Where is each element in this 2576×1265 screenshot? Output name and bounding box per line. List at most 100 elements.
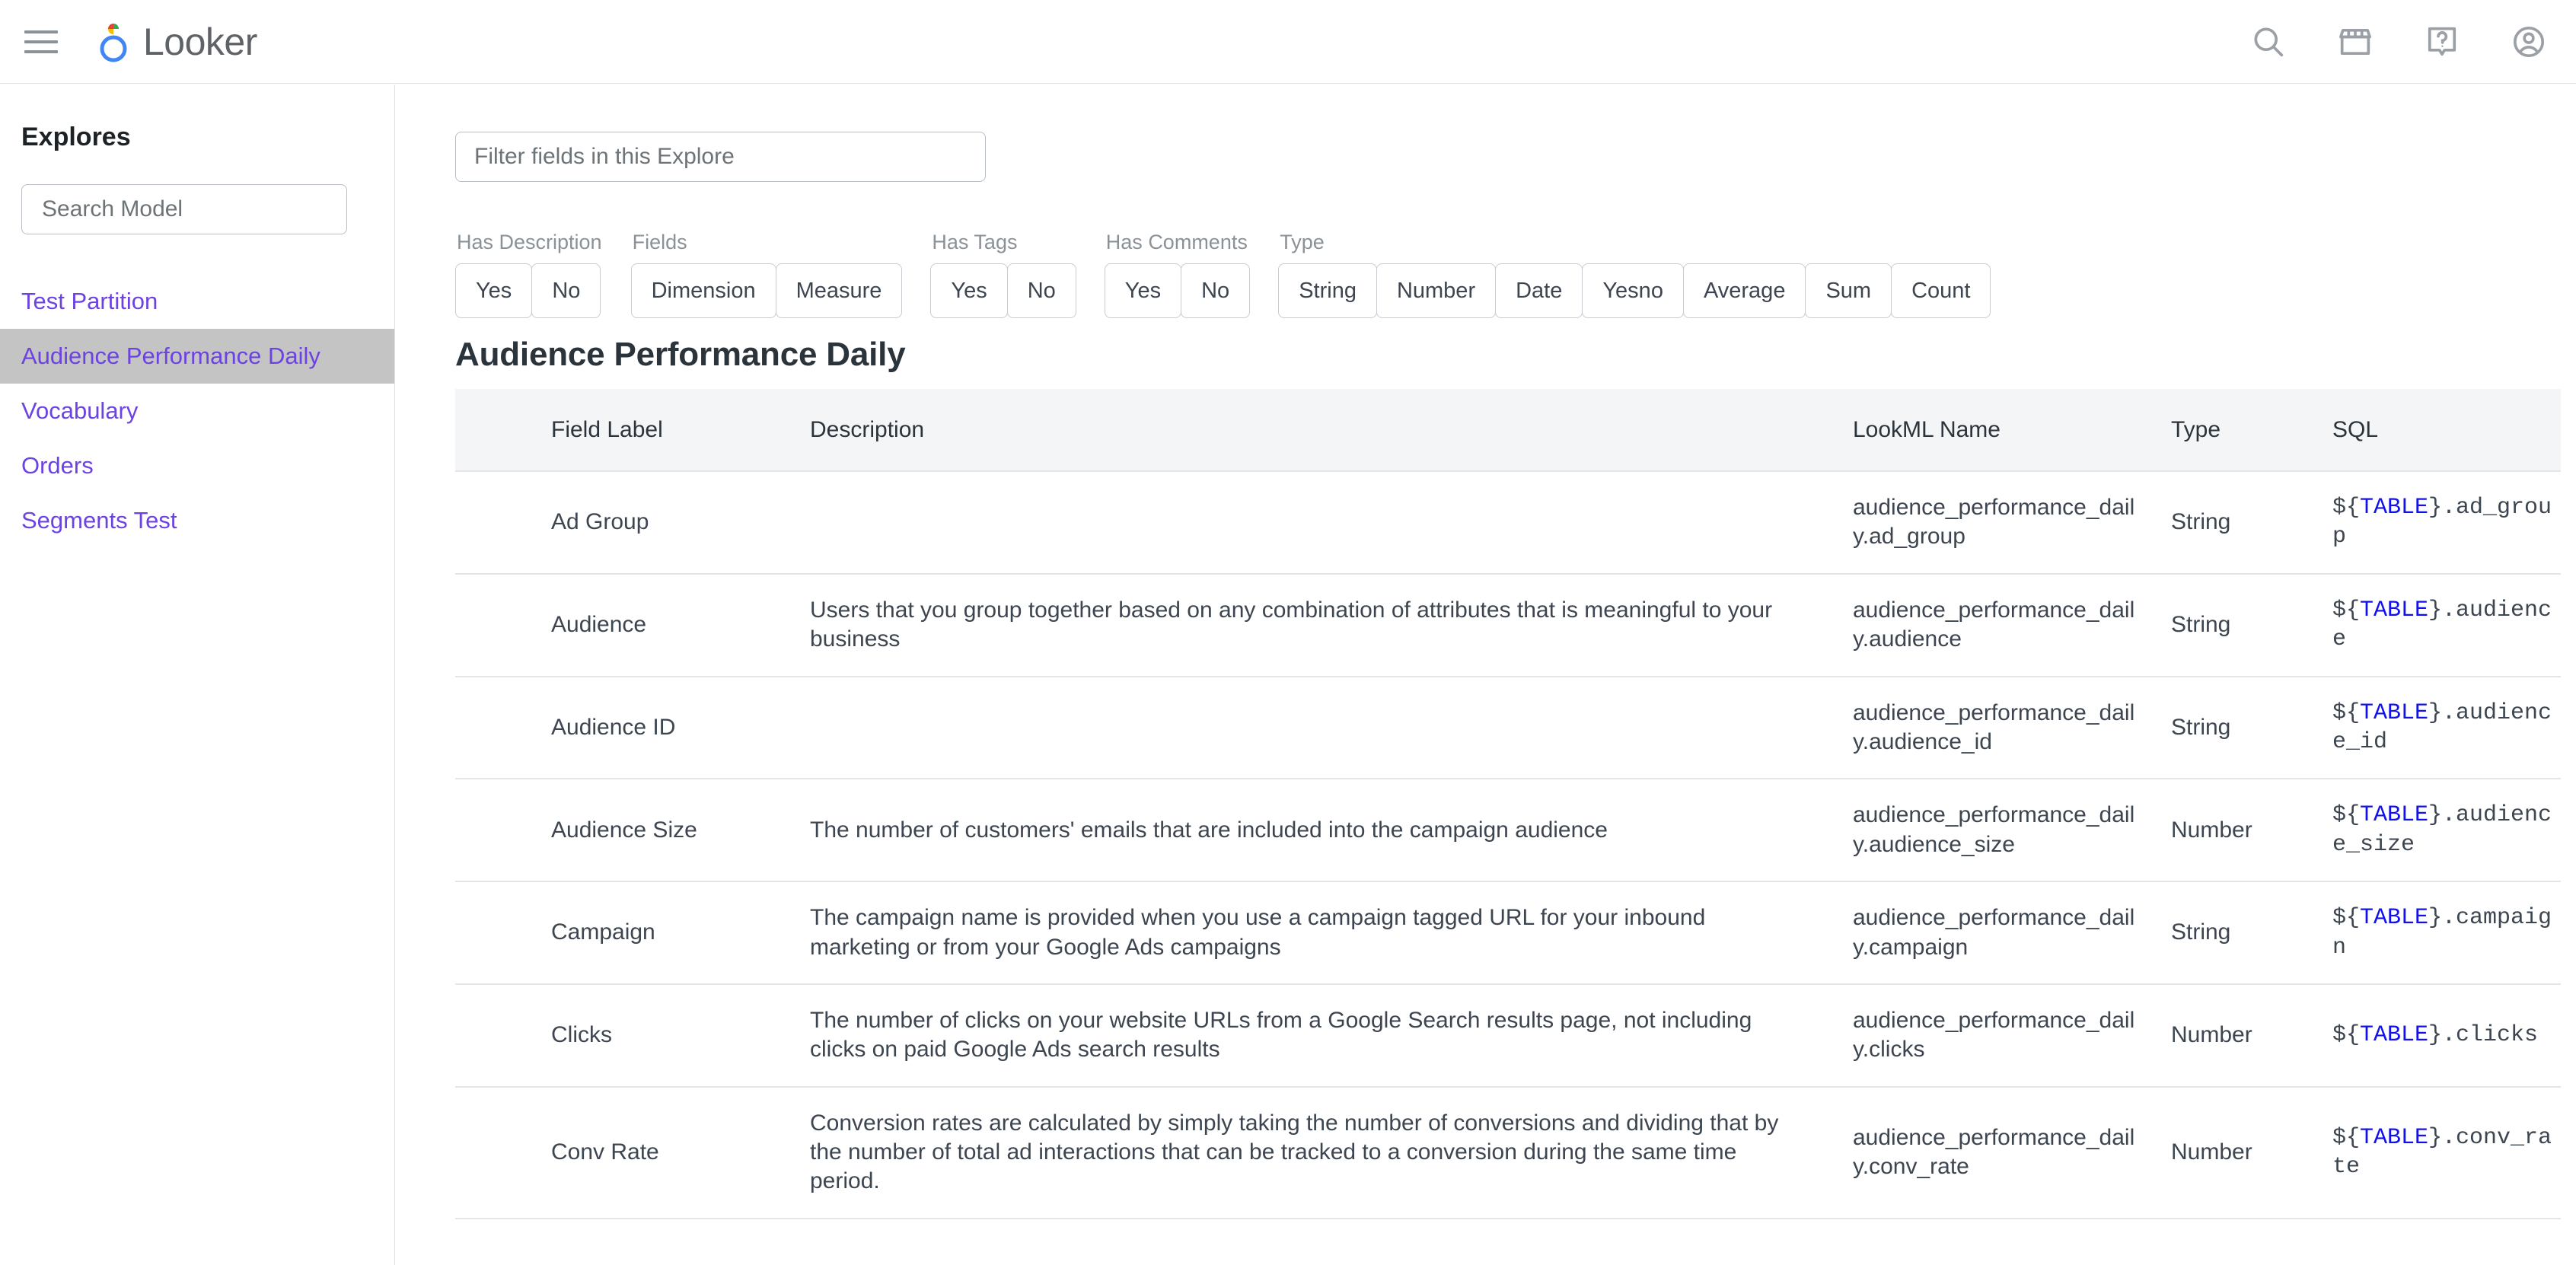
facet-has-tags: Has Tags Yes No bbox=[930, 231, 1075, 318]
cell-sql: ${TABLE}.campaign bbox=[2332, 881, 2561, 984]
row-spacer-cell bbox=[455, 574, 551, 677]
sidebar-title: Explores bbox=[21, 123, 394, 152]
chip-has-comments-yes[interactable]: Yes bbox=[1105, 263, 1181, 318]
chip-fields-measure[interactable]: Measure bbox=[776, 263, 903, 318]
column-header-description[interactable]: Description bbox=[810, 389, 1853, 471]
chip-row: Yes No bbox=[930, 263, 1075, 318]
cell-sql: ${TABLE}.conv_rate bbox=[2332, 1087, 2561, 1219]
sql-table-token: TABLE bbox=[2360, 802, 2428, 828]
column-header-field-label[interactable]: Field Label bbox=[551, 389, 810, 471]
sidebar-item-orders[interactable]: Orders bbox=[0, 438, 394, 493]
table-header-row: Field Label Description LookML Name Type… bbox=[455, 389, 2561, 471]
cell-sql: ${TABLE}.audience_size bbox=[2332, 779, 2561, 881]
row-spacer-cell bbox=[455, 881, 551, 984]
cell-field-label: Campaign bbox=[551, 881, 810, 984]
cell-field-label: Ad Group bbox=[551, 471, 810, 574]
looker-logo-icon bbox=[94, 20, 134, 64]
table-row[interactable]: AudienceUsers that you group together ba… bbox=[455, 574, 2561, 677]
sidebar-item-label: Vocabulary bbox=[21, 397, 138, 425]
facet-label: Has Description bbox=[455, 231, 602, 254]
table-row[interactable]: Ad Group audience_performance_daily.ad_gr… bbox=[455, 471, 2561, 574]
column-header-sql[interactable]: SQL bbox=[2332, 389, 2561, 471]
cell-lookml-name: audience_performance_daily.audience bbox=[1853, 574, 2171, 677]
cell-sql: ${TABLE}.audience bbox=[2332, 574, 2561, 677]
cell-lookml-name: audience_performance_daily.audience_id bbox=[1853, 677, 2171, 779]
facet-label: Fields bbox=[631, 231, 902, 254]
chip-has-tags-no[interactable]: No bbox=[1007, 263, 1076, 318]
top-bar: Looker bbox=[0, 0, 2576, 84]
cell-type: Number bbox=[2171, 1087, 2332, 1219]
cell-sql: ${TABLE}.audience_id bbox=[2332, 677, 2561, 779]
fields-table: Field Label Description LookML Name Type… bbox=[455, 389, 2561, 1219]
chip-type-number[interactable]: Number bbox=[1376, 263, 1496, 318]
search-icon[interactable] bbox=[2249, 22, 2288, 62]
cell-description bbox=[810, 471, 1853, 574]
row-spacer-cell bbox=[455, 677, 551, 779]
sidebar-item-audience-performance-daily[interactable]: Audience Performance Daily bbox=[0, 329, 394, 384]
table-row[interactable]: Audience SizeThe number of customers' em… bbox=[455, 779, 2561, 881]
chip-has-description-yes[interactable]: Yes bbox=[455, 263, 532, 318]
explore-list: Test Partition Audience Performance Dail… bbox=[0, 274, 394, 548]
chip-has-tags-yes[interactable]: Yes bbox=[930, 263, 1007, 318]
chip-row: String Number Date Yesno Average Sum Cou… bbox=[1278, 263, 1990, 318]
table-row[interactable]: ClicksThe number of clicks on your websi… bbox=[455, 984, 2561, 1087]
help-icon[interactable] bbox=[2422, 22, 2462, 62]
sql-table-token: TABLE bbox=[2360, 905, 2428, 931]
chip-fields-dimension[interactable]: Dimension bbox=[631, 263, 776, 318]
marketplace-icon[interactable] bbox=[2335, 22, 2375, 62]
chip-row: Yes No bbox=[1105, 263, 1249, 318]
column-header-lookml-name[interactable]: LookML Name bbox=[1853, 389, 2171, 471]
sql-table-token: TABLE bbox=[2360, 1125, 2428, 1151]
row-spacer-cell bbox=[455, 984, 551, 1087]
chip-type-sum[interactable]: Sum bbox=[1805, 263, 1892, 318]
hamburger-menu-icon[interactable] bbox=[24, 30, 58, 53]
cell-sql: ${TABLE}.clicks bbox=[2332, 984, 2561, 1087]
cell-type: String bbox=[2171, 881, 2332, 984]
cell-lookml-name: audience_performance_daily.campaign bbox=[1853, 881, 2171, 984]
cell-description: The number of customers' emails that are… bbox=[810, 779, 1853, 881]
facet-has-description: Has Description Yes No bbox=[455, 231, 602, 318]
filter-fields-input[interactable] bbox=[455, 132, 986, 182]
chip-type-yesno[interactable]: Yesno bbox=[1582, 263, 1684, 318]
sidebar-item-segments-test[interactable]: Segments Test bbox=[0, 493, 394, 548]
account-icon[interactable] bbox=[2509, 22, 2549, 62]
cell-field-label: Conv Rate bbox=[551, 1087, 810, 1219]
sidebar-item-test-partition[interactable]: Test Partition bbox=[0, 274, 394, 329]
chip-type-string[interactable]: String bbox=[1278, 263, 1377, 318]
sql-table-token: TABLE bbox=[2360, 1022, 2428, 1048]
sidebar-item-vocabulary[interactable]: Vocabulary bbox=[0, 384, 394, 438]
fields-table-wrapper: Field Label Description LookML Name Type… bbox=[455, 389, 2561, 1219]
row-spacer-cell bbox=[455, 471, 551, 574]
cell-field-label: Audience bbox=[551, 574, 810, 677]
row-spacer-cell bbox=[455, 1087, 551, 1219]
cell-lookml-name: audience_performance_daily.ad_group bbox=[1853, 471, 2171, 574]
chip-type-average[interactable]: Average bbox=[1683, 263, 1806, 318]
facet-type: Type String Number Date Yesno Average Su… bbox=[1278, 231, 1990, 318]
cell-type: String bbox=[2171, 471, 2332, 574]
column-header-type[interactable]: Type bbox=[2171, 389, 2332, 471]
chip-has-description-no[interactable]: No bbox=[531, 263, 601, 318]
cell-description: The number of clicks on your website URL… bbox=[810, 984, 1853, 1087]
chip-type-date[interactable]: Date bbox=[1495, 263, 1583, 318]
cell-sql: ${TABLE}.ad_group bbox=[2332, 471, 2561, 574]
facet-label: Has Tags bbox=[930, 231, 1075, 254]
cell-field-label: Audience Size bbox=[551, 779, 810, 881]
page-title: Audience Performance Daily bbox=[455, 336, 905, 374]
cell-type: Number bbox=[2171, 984, 2332, 1087]
facet-label: Has Comments bbox=[1105, 231, 1249, 254]
looker-brand[interactable]: Looker bbox=[94, 20, 257, 64]
table-body: Ad Group audience_performance_daily.ad_gr… bbox=[455, 471, 2561, 1219]
row-spacer-cell bbox=[455, 779, 551, 881]
chip-row: Yes No bbox=[455, 263, 602, 318]
table-row[interactable]: Audience IDaudience_performance_daily.au… bbox=[455, 677, 2561, 779]
cell-type: Number bbox=[2171, 779, 2332, 881]
chip-type-count[interactable]: Count bbox=[1891, 263, 1991, 318]
table-row[interactable]: CampaignThe campaign name is provided wh… bbox=[455, 881, 2561, 984]
chip-has-comments-no[interactable]: No bbox=[1181, 263, 1250, 318]
sql-table-token: TABLE bbox=[2360, 597, 2428, 623]
sidebar-item-label: Orders bbox=[21, 452, 94, 480]
sql-table-token: TABLE bbox=[2360, 700, 2428, 726]
table-header: Field Label Description LookML Name Type… bbox=[455, 389, 2561, 471]
search-model-input[interactable] bbox=[21, 184, 347, 234]
table-row[interactable]: Conv RateConversion rates are calculated… bbox=[455, 1087, 2561, 1219]
